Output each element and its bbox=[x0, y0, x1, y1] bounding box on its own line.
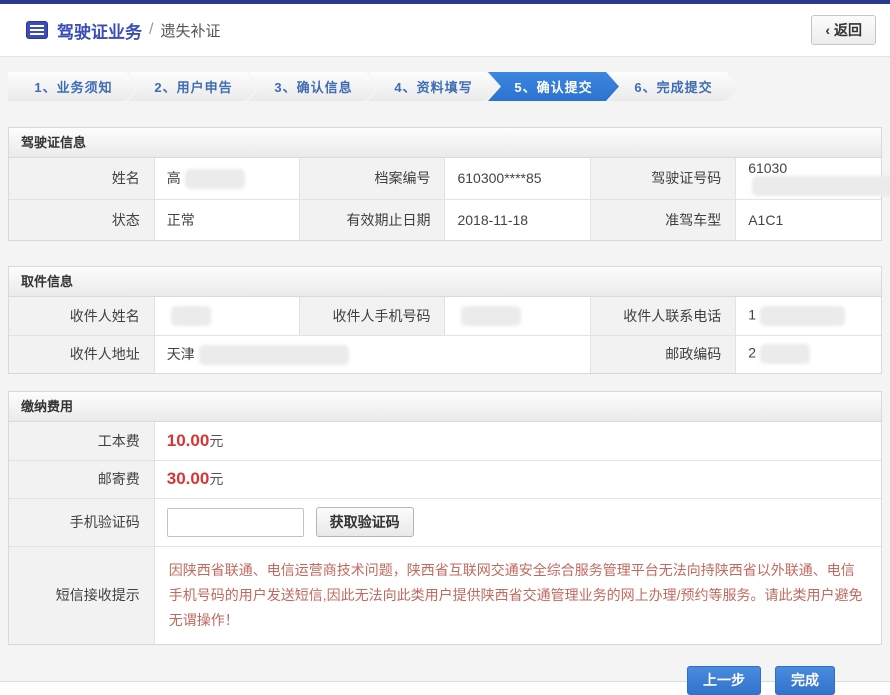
previous-step-button[interactable]: 上一步 bbox=[687, 666, 761, 695]
step-tab-3[interactable]: 3、确认信息 bbox=[248, 72, 379, 101]
redacted-blur bbox=[752, 176, 890, 196]
recipient-mobile-value bbox=[445, 297, 590, 335]
postal-code-value: 2 bbox=[736, 335, 881, 373]
sms-notice-cell: 因陕西省联通、电信运营商技术问题，陕西省互联网交通安全综合服务管理平台无法向持陕… bbox=[154, 546, 881, 644]
license-info-table: 姓名 高 档案编号 610300****85 驾驶证号码 61030 状态 正常… bbox=[9, 158, 881, 240]
vehicle-class-value: A1C1 bbox=[736, 199, 881, 240]
recipient-name-label: 收件人姓名 bbox=[9, 297, 154, 335]
breadcrumb-current: 遗失补证 bbox=[160, 20, 220, 41]
fee-unit: 元 bbox=[209, 433, 223, 449]
chevron-left-icon: ‹ bbox=[825, 22, 830, 38]
get-code-button[interactable]: 获取验证码 bbox=[316, 507, 414, 537]
expiry-label: 有效期止日期 bbox=[300, 199, 445, 240]
step-tab-2-label: 2、用户申告 bbox=[154, 77, 232, 96]
table-row: 工本费 10.00元 bbox=[9, 422, 881, 460]
production-fee-amount: 10.00 bbox=[167, 431, 210, 450]
step-wizard: 1、业务须知 2、用户申告 3、确认信息 4、资料填写 5、确认提交 6、完成提… bbox=[8, 72, 882, 101]
back-button-label: 返回 bbox=[834, 20, 862, 40]
mailing-fee-value: 30.00元 bbox=[154, 460, 881, 498]
page-content: 1、业务须知 2、用户申告 3、确认信息 4、资料填写 5、确认提交 6、完成提… bbox=[0, 57, 890, 682]
table-row: 状态 正常 有效期止日期 2018-11-18 准驾车型 A1C1 bbox=[9, 199, 881, 240]
expiry-value: 2018-11-18 bbox=[445, 199, 590, 240]
sms-notice-label: 短信接收提示 bbox=[9, 546, 154, 644]
footer-actions: 上一步 完成 bbox=[0, 666, 835, 695]
page-header: 驾驶证业务 / 遗失补证 ‹ 返回 bbox=[0, 4, 890, 57]
redacted-blur bbox=[760, 306, 845, 326]
payment-panel: 缴纳费用 工本费 10.00元 邮寄费 30.00元 手机验证码 获取验证码 短… bbox=[8, 391, 882, 645]
step-tab-2[interactable]: 2、用户申告 bbox=[128, 72, 259, 101]
mailing-fee-label: 邮寄费 bbox=[9, 460, 154, 498]
breadcrumb-section[interactable]: 驾驶证业务 bbox=[57, 18, 142, 43]
status-value: 正常 bbox=[154, 199, 299, 240]
step-tab-3-label: 3、确认信息 bbox=[274, 77, 352, 96]
license-number-label: 驾驶证号码 bbox=[590, 158, 735, 199]
pickup-info-panel: 取件信息 收件人姓名 收件人手机号码 收件人联系电话 1 收件人地址 天津 邮政… bbox=[8, 266, 882, 374]
recipient-phone-value: 1 bbox=[736, 297, 881, 335]
production-fee-label: 工本费 bbox=[9, 422, 154, 460]
step-tab-5-active[interactable]: 5、确认提交 bbox=[488, 72, 619, 101]
back-button[interactable]: ‹ 返回 bbox=[811, 15, 876, 45]
recipient-address-value: 天津 bbox=[154, 335, 590, 373]
step-tab-5-label: 5、确认提交 bbox=[514, 77, 592, 96]
vehicle-class-label: 准驾车型 bbox=[590, 199, 735, 240]
redacted-blur bbox=[171, 306, 211, 326]
table-row: 短信接收提示 因陕西省联通、电信运营商技术问题，陕西省互联网交通安全综合服务管理… bbox=[9, 546, 881, 644]
step-tab-4[interactable]: 4、资料填写 bbox=[368, 72, 499, 101]
breadcrumb-separator: / bbox=[149, 21, 153, 39]
recipient-phone-label: 收件人联系电话 bbox=[590, 297, 735, 335]
redacted-blur bbox=[760, 344, 810, 364]
name-value: 高 bbox=[154, 158, 299, 199]
production-fee-value: 10.00元 bbox=[154, 422, 881, 460]
status-label: 状态 bbox=[9, 199, 154, 240]
redacted-blur bbox=[185, 169, 245, 189]
step-tab-1[interactable]: 1、业务须知 bbox=[8, 72, 139, 101]
recipient-address-label: 收件人地址 bbox=[9, 335, 154, 373]
recipient-name-value bbox=[154, 297, 299, 335]
finish-button[interactable]: 完成 bbox=[775, 666, 835, 695]
file-number-label: 档案编号 bbox=[300, 158, 445, 199]
mailing-fee-amount: 30.00 bbox=[167, 469, 210, 488]
payment-title: 缴纳费用 bbox=[9, 392, 881, 422]
sms-notice-text: 因陕西省联通、电信运营商技术问题，陕西省互联网交通安全综合服务管理平台无法向持陕… bbox=[169, 558, 867, 633]
postal-code-label: 邮政编码 bbox=[590, 335, 735, 373]
sms-code-label: 手机验证码 bbox=[9, 498, 154, 546]
sms-code-input[interactable] bbox=[167, 508, 304, 537]
table-row: 邮寄费 30.00元 bbox=[9, 460, 881, 498]
pickup-info-title: 取件信息 bbox=[9, 267, 881, 297]
redacted-blur bbox=[199, 345, 349, 365]
list-icon bbox=[26, 21, 48, 39]
name-label: 姓名 bbox=[9, 158, 154, 199]
file-number-value: 610300****85 bbox=[445, 158, 590, 199]
table-row: 收件人地址 天津 邮政编码 2 bbox=[9, 335, 881, 373]
step-tab-6-label: 6、完成提交 bbox=[634, 77, 712, 96]
license-number-value: 61030 bbox=[736, 158, 881, 199]
recipient-mobile-label: 收件人手机号码 bbox=[300, 297, 445, 335]
pickup-info-table: 收件人姓名 收件人手机号码 收件人联系电话 1 收件人地址 天津 邮政编码 2 bbox=[9, 297, 881, 373]
step-tab-4-label: 4、资料填写 bbox=[394, 77, 472, 96]
license-info-panel: 驾驶证信息 姓名 高 档案编号 610300****85 驾驶证号码 61030… bbox=[8, 127, 882, 241]
redacted-blur bbox=[461, 306, 521, 326]
step-tab-6[interactable]: 6、完成提交 bbox=[608, 72, 739, 101]
fee-unit: 元 bbox=[209, 471, 223, 487]
step-tab-1-label: 1、业务须知 bbox=[34, 77, 112, 96]
table-row: 姓名 高 档案编号 610300****85 驾驶证号码 61030 bbox=[9, 158, 881, 199]
sms-code-cell: 获取验证码 bbox=[154, 498, 881, 546]
table-row: 手机验证码 获取验证码 bbox=[9, 498, 881, 546]
table-row: 收件人姓名 收件人手机号码 收件人联系电话 1 bbox=[9, 297, 881, 335]
payment-table: 工本费 10.00元 邮寄费 30.00元 手机验证码 获取验证码 短信接收提示… bbox=[9, 422, 881, 644]
license-info-title: 驾驶证信息 bbox=[9, 128, 881, 158]
